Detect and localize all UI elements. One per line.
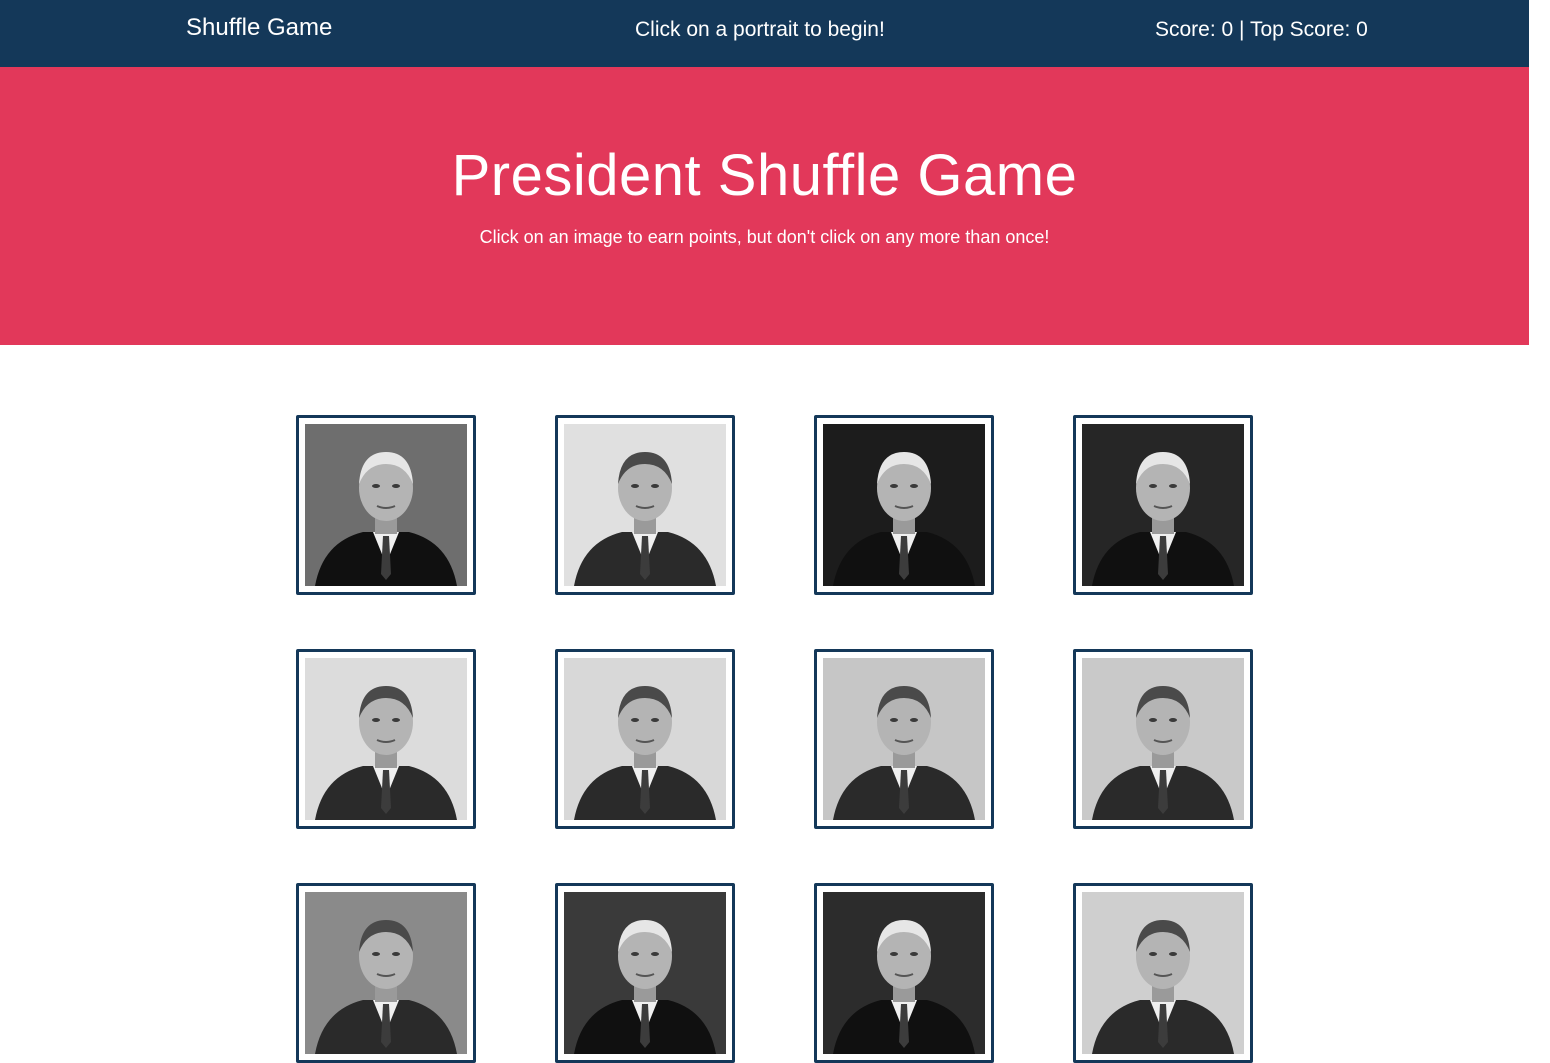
portrait-grid xyxy=(0,0,1529,1063)
portrait-card[interactable] xyxy=(555,649,735,829)
portrait-image xyxy=(823,658,985,820)
portrait-image xyxy=(305,424,467,586)
portrait-card[interactable] xyxy=(814,415,994,595)
portrait-card[interactable] xyxy=(296,649,476,829)
portrait-card[interactable] xyxy=(555,883,735,1063)
portrait-card[interactable] xyxy=(1073,415,1253,595)
portrait-image xyxy=(1082,424,1244,586)
portrait-image xyxy=(1082,892,1244,1054)
portrait-image xyxy=(564,658,726,820)
portrait-image xyxy=(564,892,726,1054)
portrait-image xyxy=(823,424,985,586)
portrait-card[interactable] xyxy=(1073,649,1253,829)
portrait-card[interactable] xyxy=(296,883,476,1063)
portrait-card[interactable] xyxy=(555,415,735,595)
portrait-image xyxy=(823,892,985,1054)
portrait-card[interactable] xyxy=(296,415,476,595)
portrait-image xyxy=(305,892,467,1054)
portrait-card[interactable] xyxy=(814,649,994,829)
portrait-image xyxy=(564,424,726,586)
portrait-image xyxy=(1082,658,1244,820)
portrait-card[interactable] xyxy=(1073,883,1253,1063)
portrait-image xyxy=(305,658,467,820)
portrait-card[interactable] xyxy=(814,883,994,1063)
